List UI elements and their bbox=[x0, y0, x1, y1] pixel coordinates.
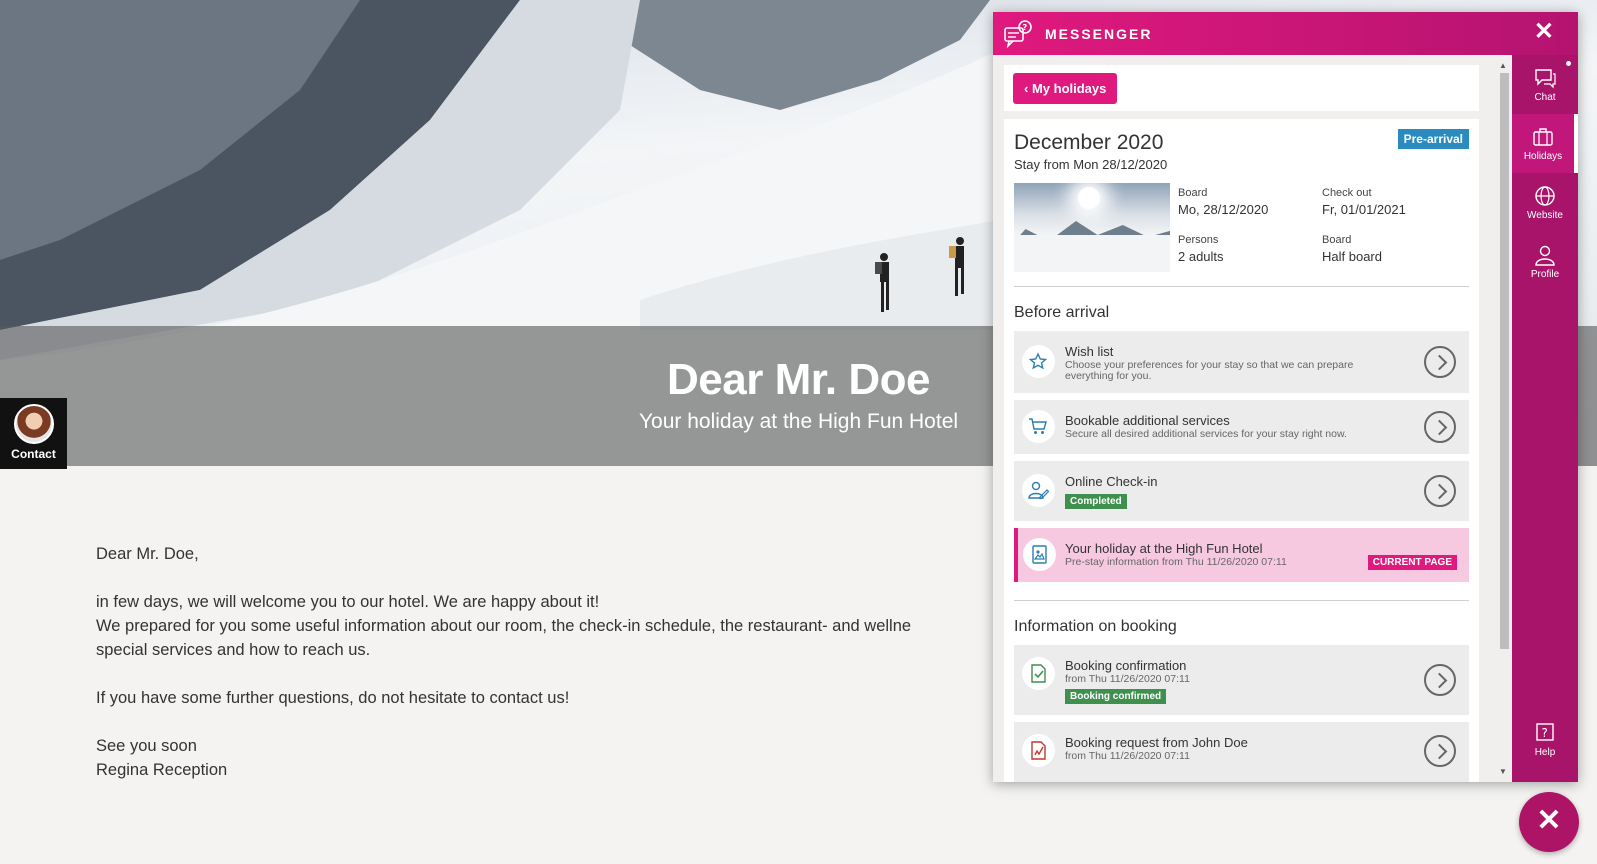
info-persons: Persons 2 adults bbox=[1178, 234, 1224, 264]
nav-website-label: Website bbox=[1527, 210, 1563, 221]
suitcase-icon bbox=[1533, 128, 1553, 146]
nav-holidays[interactable]: Holidays bbox=[1512, 114, 1578, 173]
nav-holidays-label: Holidays bbox=[1523, 151, 1563, 162]
document-edit-icon bbox=[1022, 734, 1055, 767]
nav-website[interactable]: Website bbox=[1512, 173, 1578, 232]
item-title: Booking confirmation bbox=[1065, 658, 1187, 673]
item-title: Your holiday at the High Fun Hotel bbox=[1065, 541, 1263, 556]
item-description: Secure all desired additional services f… bbox=[1065, 428, 1347, 440]
holiday-card: December 2020 Pre-arrival Stay from Mon … bbox=[1004, 119, 1479, 782]
item-title: Wish list bbox=[1065, 344, 1114, 359]
list-item-booking-confirmation[interactable]: Booking confirmation from Thu 11/26/2020… bbox=[1014, 645, 1469, 715]
messenger-logo-icon: ? bbox=[1004, 20, 1032, 49]
cart-icon bbox=[1022, 410, 1055, 443]
messenger-nav: Chat Holidays Website Profile ? Help bbox=[1512, 55, 1578, 782]
section-title-info-on-booking: Information on booking bbox=[1014, 618, 1177, 635]
nav-help-label: Help bbox=[1534, 747, 1556, 758]
info-label: Board bbox=[1178, 187, 1208, 199]
list-item-current-page[interactable]: Your holiday at the High Fun Hotel Pre-s… bbox=[1014, 528, 1469, 582]
item-description: from Thu 11/26/2020 07:11 bbox=[1065, 673, 1190, 685]
chevron-left-icon: ‹ bbox=[1024, 81, 1032, 96]
current-page-badge: CURRENT PAGE bbox=[1367, 555, 1457, 570]
holiday-thumbnail bbox=[1014, 183, 1170, 272]
nav-help[interactable]: ? Help bbox=[1512, 710, 1578, 769]
list-item-online-checkin[interactable]: Online Check-in Completed bbox=[1014, 461, 1469, 521]
star-icon bbox=[1022, 345, 1055, 378]
info-label: Persons bbox=[1178, 234, 1219, 246]
nav-chat[interactable]: Chat bbox=[1512, 55, 1578, 114]
messenger-header: ? MESSENGER ✕ bbox=[993, 12, 1578, 55]
holiday-title: December 2020 bbox=[1014, 131, 1164, 154]
nav-profile-label: Profile bbox=[1530, 269, 1560, 280]
letter-line: See you soon bbox=[96, 737, 197, 755]
letter-line: If you have some further questions, do n… bbox=[96, 689, 570, 707]
info-board-type: Board Half board bbox=[1322, 234, 1382, 264]
avatar bbox=[13, 404, 54, 444]
letter-body: Dear Mr. Doe, in few days, we will welco… bbox=[96, 542, 996, 806]
document-check-icon bbox=[1022, 657, 1055, 690]
letter-line: special services and how to reach us. bbox=[96, 641, 371, 659]
globe-icon bbox=[1535, 186, 1555, 206]
close-icon: ✕ bbox=[1536, 804, 1562, 837]
messenger-title: MESSENGER bbox=[1045, 26, 1153, 42]
info-value: Half board bbox=[1322, 249, 1382, 264]
stay-dates: Stay from Mon 28/12/2020 bbox=[1014, 157, 1168, 172]
messenger-panel: ? MESSENGER ✕ ‹ My holidays December 202… bbox=[993, 12, 1578, 782]
chevron-right-icon[interactable] bbox=[1424, 475, 1456, 507]
scroll-up-icon[interactable]: ▲ bbox=[1499, 61, 1507, 70]
info-checkout: Check out Fr, 01/01/2021 bbox=[1322, 187, 1406, 217]
divider bbox=[1014, 600, 1469, 601]
scrollbar[interactable]: ▲ ▼ bbox=[1498, 61, 1509, 776]
item-title: Booking request from John Doe bbox=[1065, 735, 1248, 750]
list-item-wish-list[interactable]: Wish list Choose your preferences for yo… bbox=[1014, 331, 1469, 393]
svg-text:?: ? bbox=[1542, 726, 1548, 740]
item-description: Pre-stay information from Thu 11/26/2020… bbox=[1065, 556, 1287, 568]
letter-line: We prepared for you some useful informat… bbox=[96, 617, 912, 635]
item-description: Choose your preferences for your stay so… bbox=[1065, 359, 1354, 382]
chevron-right-icon[interactable] bbox=[1424, 664, 1456, 696]
info-value: Mo, 28/12/2020 bbox=[1178, 202, 1269, 217]
svg-text:?: ? bbox=[1023, 23, 1028, 32]
info-board: Board Mo, 28/12/2020 bbox=[1178, 187, 1268, 217]
my-holidays-label: My holidays bbox=[1031, 81, 1107, 96]
nav-chat-label: Chat bbox=[1534, 92, 1556, 103]
document-icon bbox=[1023, 538, 1056, 571]
letter-signature: Regina Reception bbox=[96, 761, 228, 779]
status-badge: Completed bbox=[1065, 494, 1127, 509]
letter-greeting: Dear Mr. Doe, bbox=[96, 545, 199, 563]
divider bbox=[1014, 286, 1469, 287]
scroll-down-icon[interactable]: ▼ bbox=[1499, 767, 1507, 776]
user-edit-icon bbox=[1022, 474, 1055, 507]
messenger-content: ‹ My holidays December 2020 Pre-arrival … bbox=[993, 55, 1512, 782]
info-label: Board bbox=[1322, 234, 1352, 246]
info-value: 2 adults bbox=[1178, 249, 1224, 264]
back-card: ‹ My holidays bbox=[1004, 65, 1479, 111]
item-title: Online Check-in bbox=[1065, 474, 1158, 489]
nav-profile[interactable]: Profile bbox=[1512, 232, 1578, 291]
close-icon[interactable]: ✕ bbox=[1534, 20, 1554, 44]
contact-label: Contact bbox=[11, 447, 56, 461]
contact-button[interactable]: Contact bbox=[0, 398, 67, 469]
list-item-bookable-services[interactable]: Bookable additional services Secure all … bbox=[1014, 400, 1469, 454]
item-description: from Thu 11/26/2020 07:11 bbox=[1065, 750, 1190, 762]
notification-dot bbox=[1566, 61, 1571, 66]
chevron-right-icon[interactable] bbox=[1424, 735, 1456, 767]
info-label: Check out bbox=[1322, 187, 1372, 199]
section-title-before-arrival: Before arrival bbox=[1014, 304, 1110, 321]
list-item-booking-request[interactable]: Booking request from John Doe from Thu 1… bbox=[1014, 722, 1469, 782]
user-icon bbox=[1535, 245, 1555, 266]
info-value: Fr, 01/01/2021 bbox=[1322, 202, 1406, 217]
help-icon: ? bbox=[1536, 723, 1554, 741]
my-holidays-button[interactable]: ‹ My holidays bbox=[1013, 73, 1118, 104]
chat-icon bbox=[1535, 69, 1556, 89]
chevron-right-icon[interactable] bbox=[1424, 411, 1456, 443]
status-badge: Booking confirmed bbox=[1065, 689, 1167, 704]
close-messenger-button[interactable]: ✕ bbox=[1519, 792, 1579, 852]
letter-line: in few days, we will welcome you to our … bbox=[96, 593, 600, 611]
scrollbar-thumb[interactable] bbox=[1500, 73, 1509, 649]
chevron-right-icon[interactable] bbox=[1424, 346, 1456, 378]
status-badge: Pre-arrival bbox=[1397, 129, 1469, 149]
item-title: Bookable additional services bbox=[1065, 413, 1230, 428]
